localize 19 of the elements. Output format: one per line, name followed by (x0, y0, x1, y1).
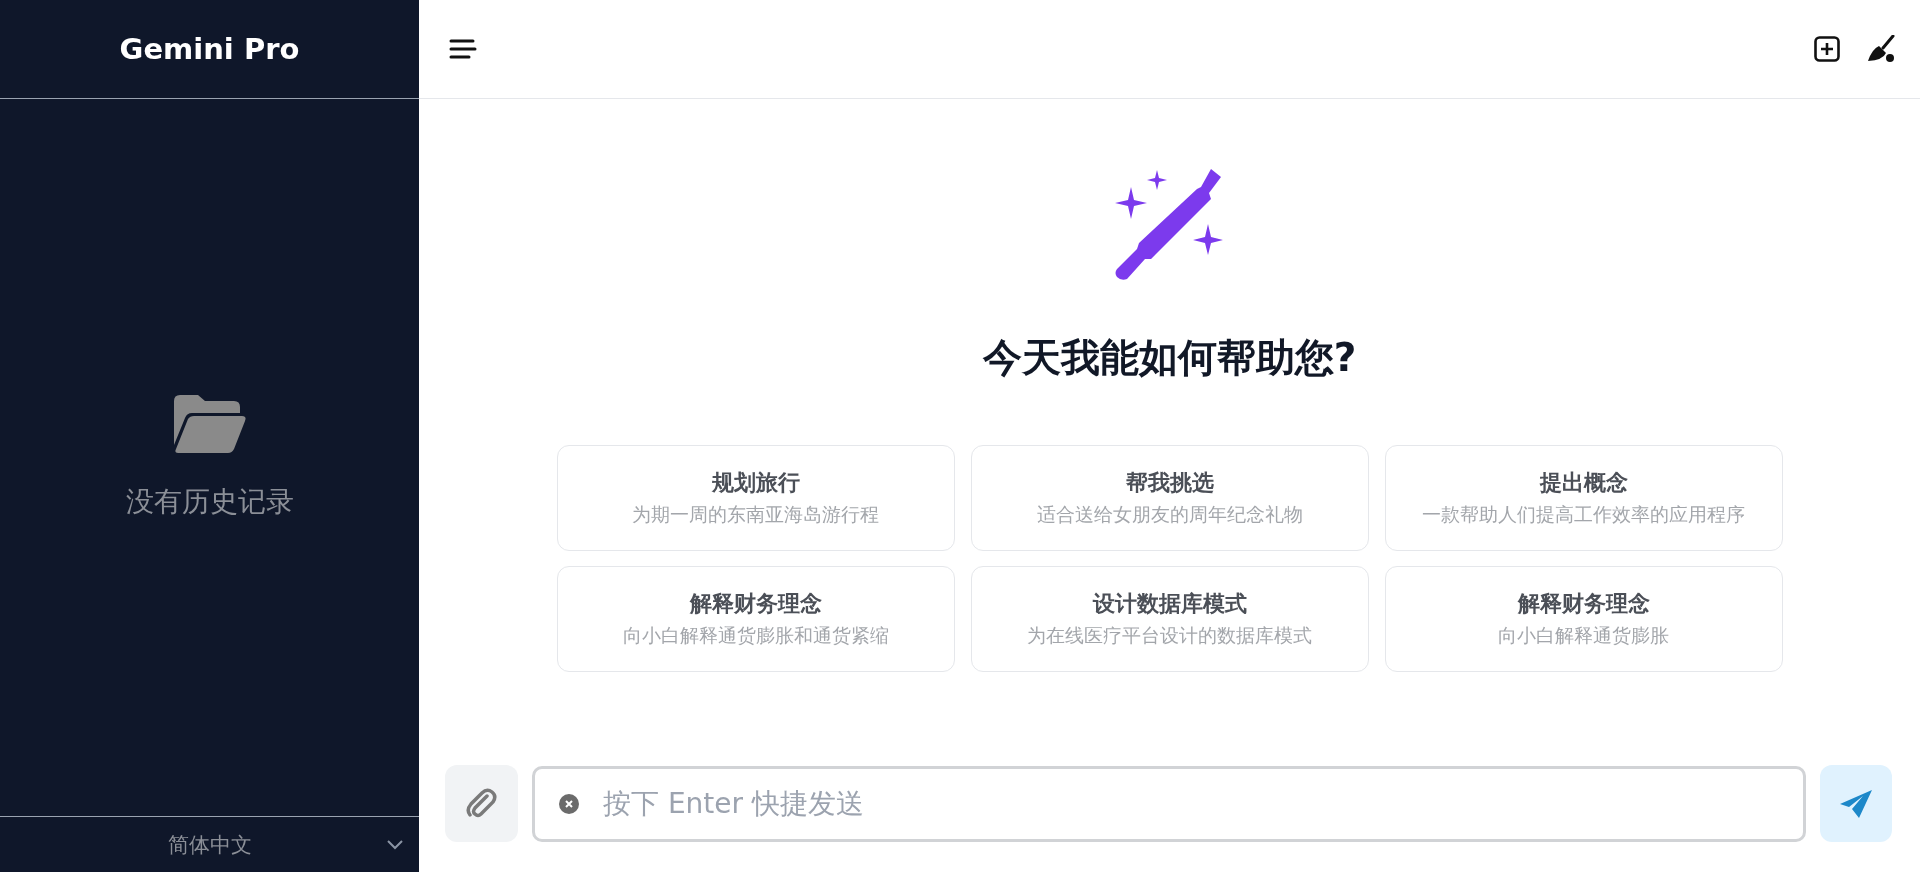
suggestion-card[interactable]: 帮我挑选 适合送给女朋友的周年纪念礼物 (970, 445, 1369, 551)
plus-square-icon (1814, 36, 1840, 62)
suggestion-card[interactable]: 设计数据库模式 为在线医疗平台设计的数据库模式 (970, 566, 1369, 672)
send-icon (1839, 788, 1873, 819)
suggestion-card[interactable]: 解释财务理念 向小白解释通货膨胀 (1384, 566, 1783, 672)
suggestion-card[interactable]: 规划旅行 为期一周的东南亚海岛游行程 (556, 445, 955, 551)
attach-button[interactable] (445, 765, 518, 842)
empty-history-text: 没有历史记录 (125, 483, 294, 520)
app-title: Gemini Pro (119, 32, 300, 66)
welcome-heading: 今天我能如何帮助您? (982, 334, 1357, 382)
broom-icon (1866, 35, 1896, 63)
chevron-down-icon (387, 840, 403, 850)
clear-icon[interactable] (558, 792, 580, 815)
message-input[interactable]: 按下 Enter 快捷发送 (532, 765, 1806, 842)
folder-icon (173, 394, 246, 453)
menu-icon (449, 38, 477, 60)
suggestion-card[interactable]: 提出概念 一款帮助人们提高工作效率的应用程序 (1384, 445, 1783, 551)
suggestion-card[interactable]: 解释财务理念 向小白解释通货膨胀和通货紧缩 (556, 566, 955, 672)
send-button[interactable] (1820, 765, 1892, 842)
